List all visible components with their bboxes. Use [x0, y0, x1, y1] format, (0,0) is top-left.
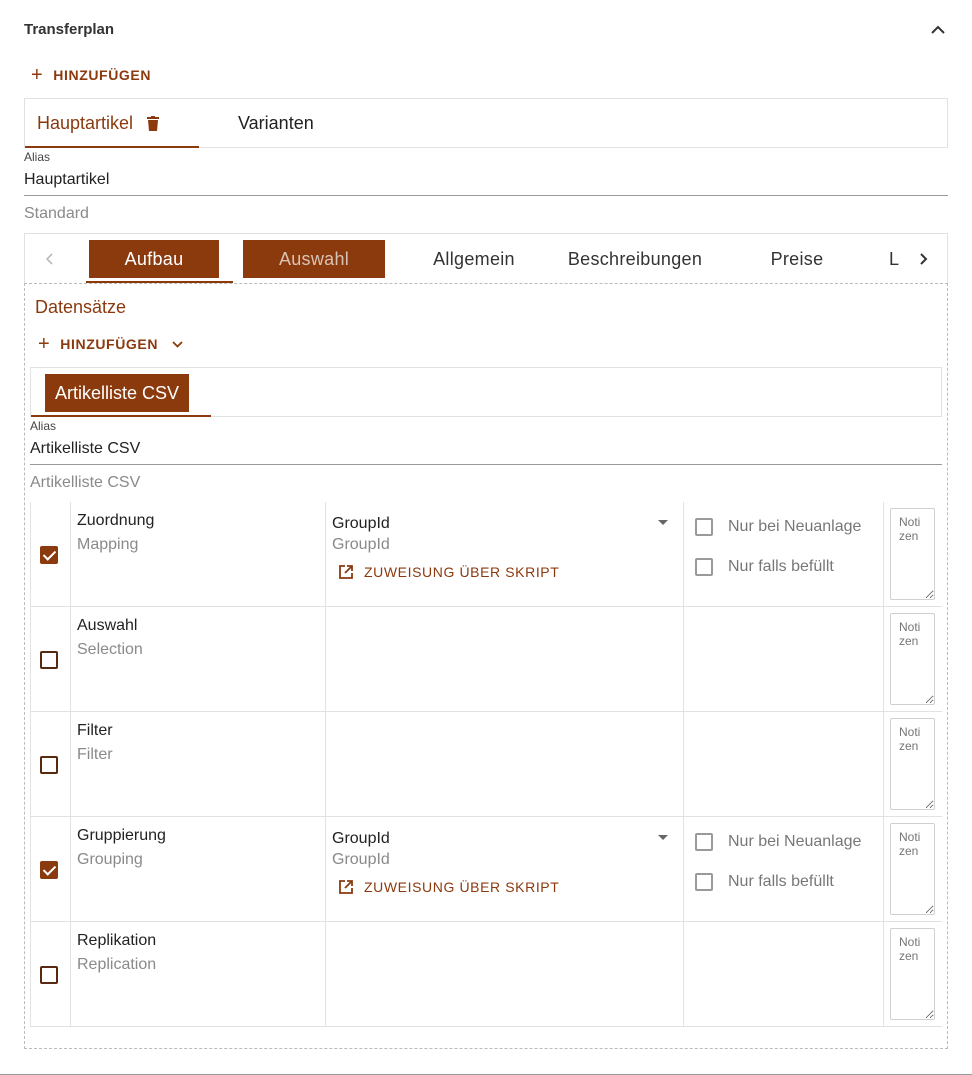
notes-textarea[interactable] — [890, 823, 935, 915]
notes-textarea[interactable] — [890, 718, 935, 810]
table-row: Zuordnung Mapping GroupId GroupId ZUWEIS… — [30, 502, 942, 607]
table-row: Replikation Replication — [30, 922, 942, 1027]
row-checkbox[interactable] — [40, 756, 58, 774]
field-select[interactable]: GroupId — [332, 515, 390, 533]
panel-header[interactable]: Transferplan — [24, 18, 948, 40]
alias-label: Alias — [24, 150, 51, 164]
main-tabs: Hauptartikel Varianten — [24, 98, 948, 148]
row-name: Gruppierung — [77, 827, 166, 844]
table-row: Filter Filter — [30, 712, 942, 817]
active-tab-indicator — [31, 415, 211, 417]
plus-icon: + — [31, 64, 44, 86]
tab-label: Varianten — [238, 112, 314, 133]
row-checkbox[interactable] — [40, 546, 58, 564]
option-checkbox[interactable] — [695, 833, 713, 851]
tab-beschreibungen[interactable]: Beschreibungen — [553, 234, 717, 284]
tab-preise[interactable]: Preise — [745, 234, 849, 284]
row-checkbox[interactable] — [40, 651, 58, 669]
tab-label: Beschreibungen — [567, 248, 703, 269]
script-assign-button[interactable]: ZUWEISUNG ÜBER SKRIPT — [338, 879, 559, 895]
chevron-right-icon[interactable] — [910, 234, 938, 284]
row-subtitle: Filter — [77, 746, 113, 763]
alias-hint: Standard — [24, 205, 89, 222]
row-checkbox[interactable] — [40, 966, 58, 984]
row-name: Filter — [77, 722, 113, 739]
tab-aufbau[interactable]: Aufbau — [86, 234, 222, 284]
option-label: Nur bei Neuanlage — [728, 518, 862, 535]
add-dataset-button[interactable]: + HINZUFÜGEN — [38, 334, 183, 354]
row-subtitle: Grouping — [77, 851, 143, 868]
notes-textarea[interactable] — [890, 613, 935, 705]
tab-allgemein[interactable]: Allgemein — [407, 234, 541, 284]
tab-label: Preise — [770, 248, 824, 269]
tab-artikelliste-csv[interactable]: Artikelliste CSV — [45, 374, 190, 412]
dropdown-arrow-icon[interactable] — [658, 835, 668, 840]
section-tabs: Aufbau Auswahl Allgemein Beschreibungen … — [24, 233, 948, 283]
tab-label: L — [889, 248, 900, 269]
chevron-left-icon[interactable] — [35, 234, 63, 284]
dataset-alias-input[interactable]: Artikelliste CSV — [30, 440, 140, 458]
field-select-hint: GroupId — [332, 851, 390, 868]
tab-partial[interactable]: L — [889, 234, 901, 284]
field-select[interactable]: GroupId — [332, 830, 390, 848]
dataset-alias-hint: Artikelliste CSV — [30, 474, 141, 491]
add-button[interactable]: + HINZUFÜGEN — [31, 65, 151, 85]
add-dataset-label: HINZUFÜGEN — [60, 336, 159, 352]
script-assign-label: ZUWEISUNG ÜBER SKRIPT — [364, 879, 560, 895]
script-assign-button[interactable]: ZUWEISUNG ÜBER SKRIPT — [338, 564, 559, 580]
tab-label: Allgemein — [433, 248, 515, 269]
tab-label: Aufbau — [88, 240, 220, 278]
dataset-tabs: Artikelliste CSV — [30, 367, 942, 417]
notes-textarea[interactable] — [890, 928, 935, 1020]
row-name: Replikation — [77, 932, 157, 949]
open-external-icon — [339, 565, 353, 579]
option-label: Nur falls befüllt — [728, 873, 834, 890]
tab-label: Hauptartikel — [37, 112, 134, 133]
option-checkbox[interactable] — [695, 558, 713, 576]
row-checkbox[interactable] — [40, 861, 58, 879]
panel-title: Transferplan — [24, 20, 115, 38]
row-name: Zuordnung — [77, 512, 155, 529]
open-external-icon — [339, 880, 353, 894]
tab-auswahl[interactable]: Auswahl — [242, 234, 386, 284]
alias-underline — [24, 195, 948, 196]
dataset-alias-underline — [30, 464, 942, 465]
plus-icon: + — [38, 333, 51, 355]
trash-icon[interactable] — [147, 115, 160, 131]
option-label: Nur falls befüllt — [728, 558, 834, 575]
table-row: Auswahl Selection — [30, 607, 942, 712]
row-name: Auswahl — [77, 617, 138, 634]
row-subtitle: Selection — [77, 641, 143, 658]
chevron-up-icon[interactable] — [928, 19, 948, 39]
row-subtitle: Mapping — [77, 536, 139, 553]
add-button-label: HINZUFÜGEN — [53, 67, 152, 83]
option-checkbox[interactable] — [695, 873, 713, 891]
option-checkbox[interactable] — [695, 518, 713, 536]
tab-label: Artikelliste CSV — [55, 382, 180, 403]
dropdown-arrow-icon[interactable] — [658, 520, 668, 525]
datasets-title: Datensätze — [35, 297, 127, 317]
tab-label: Auswahl — [242, 240, 386, 278]
dataset-alias-label: Alias — [30, 419, 57, 433]
config-table: Zuordnung Mapping GroupId GroupId ZUWEIS… — [30, 502, 942, 1027]
table-row: Gruppierung Grouping GroupId GroupId ZUW… — [30, 817, 942, 922]
alias-input[interactable]: Hauptartikel — [24, 171, 109, 189]
script-assign-label: ZUWEISUNG ÜBER SKRIPT — [364, 564, 560, 580]
notes-textarea[interactable] — [890, 508, 935, 600]
chevron-down-icon — [172, 340, 183, 348]
field-select-hint: GroupId — [332, 536, 390, 553]
option-label: Nur bei Neuanlage — [728, 833, 862, 850]
row-subtitle: Replication — [77, 956, 157, 973]
tab-hauptartikel[interactable]: Hauptartikel — [25, 99, 199, 148]
tab-varianten[interactable]: Varianten — [199, 99, 326, 147]
